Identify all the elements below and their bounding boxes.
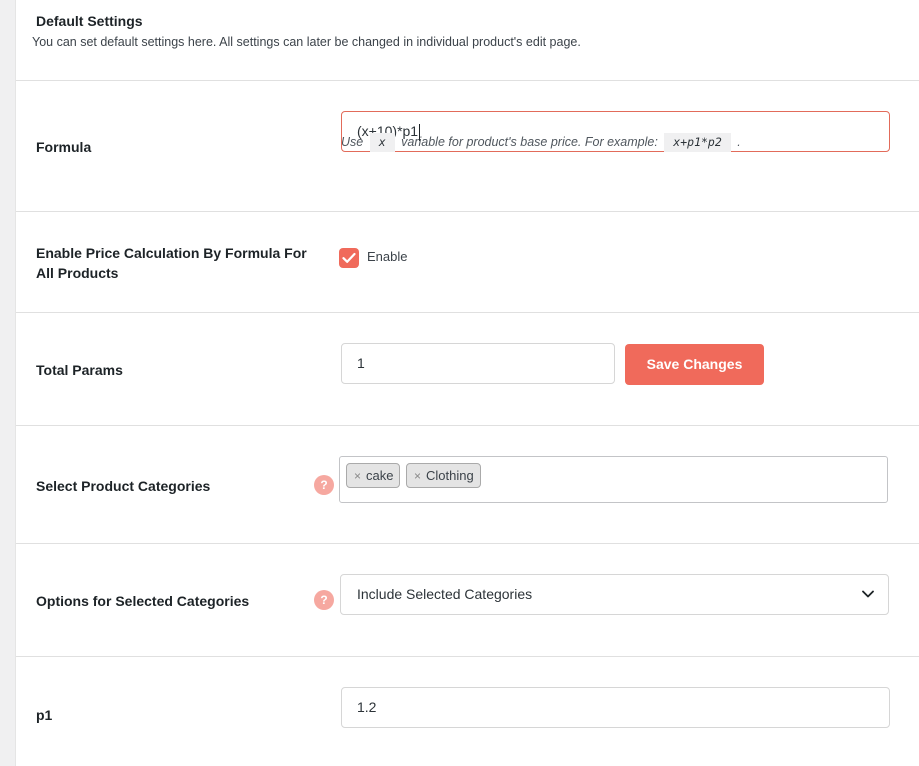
chevron-down-icon [862, 590, 874, 598]
formula-help: Use x variable for product's base price.… [341, 133, 741, 152]
code-x: x [369, 133, 395, 152]
total-params-input[interactable]: 1 [341, 343, 615, 384]
section-description: You can set default settings here. All s… [32, 35, 581, 49]
total-params-row: Total Params 1 Save Changes [16, 313, 919, 426]
p1-label: p1 [36, 707, 53, 723]
tag-label: cake [366, 468, 394, 483]
selected-option: Include Selected Categories [357, 586, 533, 602]
enable-calc-label-line2: All Products [36, 265, 119, 281]
category-options-row: Options for Selected Categories ? Includ… [16, 544, 919, 657]
enable-calc-row: Enable Price Calculation By Formula For … [16, 212, 919, 313]
settings-panel: Default Settings You can set default set… [15, 0, 919, 766]
help-suffix: . [737, 135, 741, 149]
checkmark-icon [342, 252, 356, 263]
enable-checkbox-label[interactable]: Enable [367, 249, 407, 264]
categories-row: Select Product Categories ? × cake × Cloth… [16, 426, 919, 544]
formula-label: Formula [36, 139, 92, 155]
tag-label: Clothing [426, 468, 474, 483]
formula-row: Formula (x+10)*p1 Use x variable for pro… [16, 81, 919, 212]
categories-multiselect[interactable]: × cake × Clothing [339, 456, 888, 503]
help-middle: variable for product's base price. For e… [401, 135, 658, 149]
help-icon[interactable]: ? [314, 590, 334, 610]
categories-label: Select Product Categories [36, 478, 211, 494]
remove-tag-icon[interactable]: × [354, 469, 361, 483]
p1-input[interactable]: 1.2 [341, 687, 890, 728]
category-options-select[interactable]: Include Selected Categories [340, 574, 889, 615]
p1-row: p1 1.2 [16, 657, 919, 766]
save-changes-button[interactable]: Save Changes [625, 344, 764, 385]
code-example: x+p1*p2 [664, 133, 731, 152]
category-tag-cake: × cake [346, 463, 401, 488]
total-params-label: Total Params [36, 362, 123, 378]
section-title: Default Settings [36, 13, 143, 29]
settings-header: Default Settings You can set default set… [16, 0, 919, 81]
remove-tag-icon[interactable]: × [414, 469, 421, 483]
help-prefix: Use [341, 135, 364, 149]
category-options-label: Options for Selected Categories [36, 593, 250, 609]
help-icon[interactable]: ? [314, 475, 334, 495]
enable-calc-label-line1: Enable Price Calculation By Formula For [36, 245, 307, 261]
enable-checkbox[interactable] [339, 248, 359, 268]
enable-calc-label: Enable Price Calculation By Formula For … [36, 243, 307, 283]
category-tag-clothing: × Clothing [406, 463, 481, 488]
